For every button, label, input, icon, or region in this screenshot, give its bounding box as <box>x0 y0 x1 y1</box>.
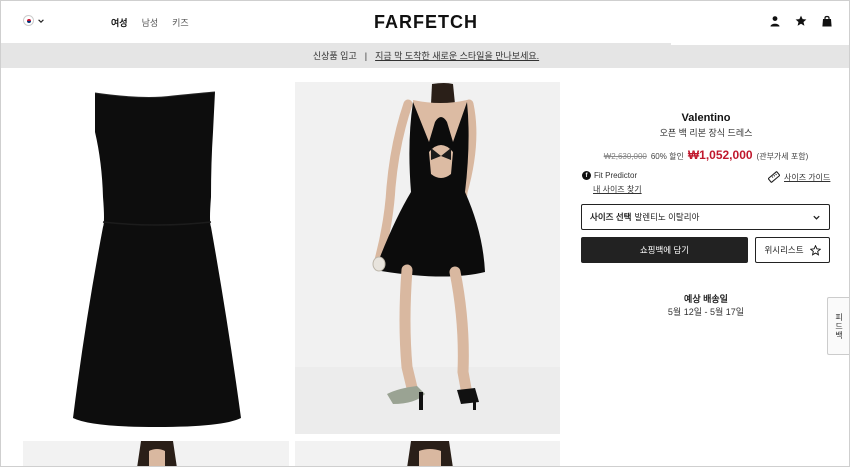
price-row: ₩2,630,000 60% 할인 ₩1,052,000 (관부가세 포함) <box>581 148 831 162</box>
shipping-date: 5월 12일 - 5월 17일 <box>667 307 745 317</box>
star-outline-icon <box>809 244 821 256</box>
product-image-3[interactable] <box>23 441 289 466</box>
header-icons <box>769 15 833 27</box>
fit-predictor-label: Fit Predictor <box>594 171 638 180</box>
original-price: ₩2,630,000 <box>603 152 647 161</box>
add-to-bag-button[interactable]: 쇼핑백에 담기 <box>581 237 748 263</box>
shipping-title: 예상 배송일 <box>684 294 728 304</box>
model-head-illustration <box>407 441 453 466</box>
product-brand[interactable]: Valentino <box>581 112 831 124</box>
size-select-value: 발렌티노 이탈리아 <box>634 212 700 222</box>
chevron-down-icon <box>813 215 820 220</box>
feedback-label: 피드백 <box>834 312 844 340</box>
fit-predictor-icon: f <box>582 171 591 180</box>
bag-icon[interactable] <box>821 15 833 27</box>
size-select[interactable]: 사이즈 선택 발렌티노 이탈리아 <box>581 204 830 230</box>
model-head-illustration <box>137 441 177 466</box>
page: 여성 남성 키즈 FARFETCH 신상품 입고 | 지금 막 도착한 새로운 … <box>0 0 850 467</box>
promo-label: 신상품 입고 <box>312 51 357 61</box>
promo-banner: 신상품 입고 | 지금 막 도착한 새로운 스타일을 만나보세요. <box>1 43 849 68</box>
discount-label: 60% 할인 <box>650 152 684 161</box>
product-image-front[interactable] <box>23 82 289 434</box>
fit-predictor: f Fit Predictor <box>582 171 637 180</box>
promo-divider: | <box>364 50 368 61</box>
wishlist-label: 위시리스트 <box>764 245 804 255</box>
model-back-illustration <box>295 82 560 434</box>
size-guide-link[interactable]: 사이즈 가이드 <box>768 171 830 183</box>
ruler-icon <box>768 171 780 183</box>
account-icon[interactable] <box>769 15 781 27</box>
size-select-label: 사이즈 선택 <box>590 212 632 222</box>
dress-front-illustration <box>73 91 241 427</box>
size-guide-label: 사이즈 가이드 <box>784 172 831 182</box>
site-header: 여성 남성 키즈 FARFETCH <box>1 1 849 43</box>
product-name: 오픈 백 리본 장식 드레스 <box>659 128 753 138</box>
product-image-4[interactable] <box>295 441 560 466</box>
promo-notch <box>671 43 849 45</box>
product-image-back[interactable] <box>295 82 560 434</box>
promo-link[interactable]: 지금 막 도착한 새로운 스타일을 만나보세요. <box>375 49 539 62</box>
farfetch-logo[interactable]: FARFETCH <box>1 12 849 33</box>
sale-price: ₩1,052,000 <box>687 148 753 162</box>
star-icon[interactable] <box>795 15 807 27</box>
wishlist-button[interactable]: 위시리스트 <box>755 237 830 263</box>
find-my-size-link[interactable]: 내 사이즈 찾기 <box>593 184 642 195</box>
tax-note: (관부가세 포함) <box>756 152 809 161</box>
feedback-tab[interactable]: 피드백 <box>827 297 849 355</box>
